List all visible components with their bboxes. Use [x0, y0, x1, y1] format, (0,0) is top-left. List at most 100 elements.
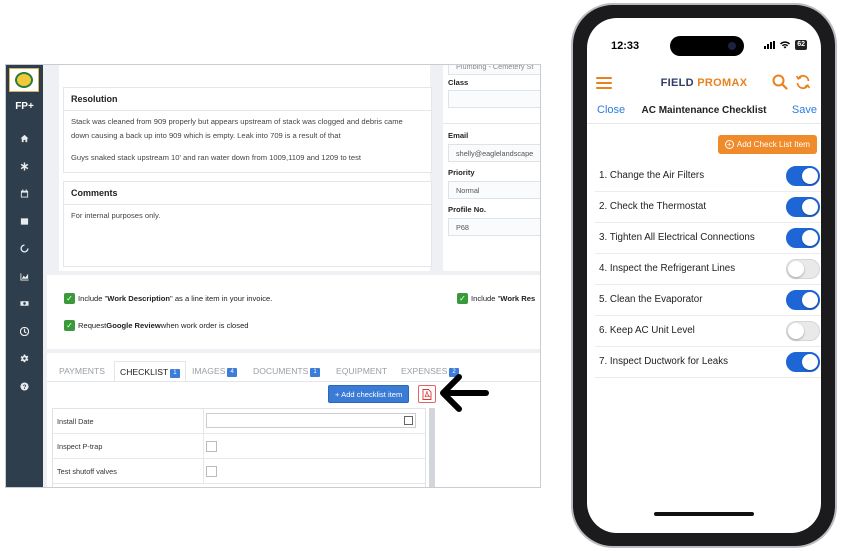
money-icon[interactable]	[6, 290, 43, 318]
item-label: 4. Inspect the Refrigerant Lines	[599, 263, 736, 274]
toggle-knob	[802, 199, 818, 215]
save-button[interactable]: Save	[792, 104, 817, 116]
email-field[interactable]: shelly@eaglelandscape	[448, 144, 540, 162]
home-indicator[interactable]	[654, 512, 754, 516]
tab-label: PAYMENTS	[59, 366, 105, 376]
item-label: 1. Change the Air Filters	[599, 170, 705, 181]
install-date-input[interactable]	[206, 413, 416, 428]
help-icon[interactable]: ?	[6, 373, 43, 401]
svg-text:?: ?	[23, 384, 27, 391]
include-work-desc-pre: Include "	[78, 294, 108, 303]
chart-icon[interactable]	[6, 263, 43, 291]
add-check-list-item-button[interactable]: + Add Check List Item	[717, 135, 817, 154]
include-work-description[interactable]: ✓ Include " Work Description " as a line i…	[64, 293, 272, 304]
fields-panel: Plumbing - Cemetery St Class Email shell…	[443, 65, 540, 271]
dynamic-island	[670, 36, 744, 56]
sync-icon[interactable]	[795, 74, 811, 90]
priority-select[interactable]: Normal	[448, 181, 540, 199]
profile-field[interactable]: P68	[448, 218, 540, 236]
checkbox-checked-icon[interactable]: ✓	[64, 293, 75, 304]
sidebar: FP+ ?	[6, 65, 43, 487]
database-icon[interactable]	[6, 208, 43, 236]
request-google-review[interactable]: ✓ Request Google Review when work order …	[64, 320, 249, 331]
clock-icon[interactable]	[6, 318, 43, 346]
table-row: Test shutoff valves	[53, 459, 425, 484]
item-toggle[interactable]	[786, 352, 820, 372]
app-header: FIELD PROMAX	[587, 68, 821, 96]
checkbox-checked-icon[interactable]: ✓	[457, 293, 468, 304]
resolution-header: Resolution	[64, 88, 431, 111]
list-item: 3. Tighten All Electrical Connections	[595, 223, 821, 254]
toggle-knob	[802, 168, 818, 184]
search-icon[interactable]	[772, 74, 788, 90]
calendar-icon[interactable]	[404, 416, 413, 425]
resolution-text-line2: down causing a back up into 909 which is…	[71, 131, 341, 140]
checklist-grid: Install Date Inspect P-trap Test shutoff…	[52, 408, 426, 487]
company-logo[interactable]	[9, 68, 39, 92]
checkbox-checked-icon[interactable]: ✓	[64, 320, 75, 331]
list-item: 1. Change the Air Filters	[595, 161, 821, 192]
tab-images[interactable]: IMAGES 4	[192, 361, 237, 381]
tab-payments[interactable]: PAYMENTS	[59, 361, 105, 381]
review-pre: Request	[78, 321, 107, 330]
close-button[interactable]: Close	[597, 104, 625, 116]
inspect-ptrap-checkbox[interactable]	[206, 441, 217, 452]
spinner-icon[interactable]	[6, 235, 43, 263]
brand-field: FIELD	[660, 77, 698, 89]
item-toggle[interactable]	[786, 290, 820, 310]
fp-plus-label[interactable]: FP+	[6, 101, 43, 112]
include-work-resolution[interactable]: ✓ Include " Work Res	[457, 293, 535, 304]
list-item: 7. Inspect Ductwork for Leaks	[595, 347, 821, 378]
comments-text[interactable]: For internal purposes only.	[64, 205, 431, 224]
gear-icon[interactable]	[6, 345, 43, 373]
pdf-export-button[interactable]	[418, 385, 436, 403]
item-label: 7. Inspect Ductwork for Leaks	[599, 356, 729, 367]
logo-mark	[15, 72, 33, 88]
scrollbar[interactable]	[429, 408, 435, 487]
add-checklist-item-button[interactable]: + Add checklist item	[328, 385, 410, 403]
resolution-card: Resolution Stack was cleaned from 909 pr…	[63, 87, 432, 173]
item-label: 2. Check the Thermostat	[599, 201, 707, 212]
toggle-knob	[802, 292, 818, 308]
include-work-desc-post: " as a line item in your invoice.	[170, 294, 273, 303]
item-label: 3. Tighten All Electrical Connections	[599, 232, 755, 243]
add-check-list-item-label: Add Check List Item	[736, 140, 810, 149]
list-item: 4. Inspect the Refrigerant Lines	[595, 254, 821, 285]
wifi-icon	[780, 41, 791, 49]
item-label: 6. Keep AC Unit Level	[599, 325, 695, 336]
column-divider	[203, 459, 204, 483]
list-item: 6. Keep AC Unit Level	[595, 316, 821, 347]
toggle-knob	[802, 230, 818, 246]
status-icons: 62	[764, 40, 807, 50]
home-icon[interactable]	[6, 125, 43, 153]
item-toggle[interactable]	[786, 259, 820, 279]
asterisk-icon[interactable]	[6, 153, 43, 181]
tab-label: DOCUMENTS	[253, 366, 309, 376]
tab-checklist[interactable]: CHECKLIST 1	[114, 361, 186, 381]
checklist-navbar: Close AC Maintenance Checklist Save	[587, 100, 821, 124]
table-row: Inspect P-trap	[53, 434, 425, 459]
tab-label: CHECKLIST	[120, 367, 169, 377]
tab-equipment[interactable]: EQUIPMENT	[336, 361, 387, 381]
phone-screen: 12:33 62 FIELD PROMAX Close AC Maintenan…	[587, 18, 821, 533]
tab-badge: 1	[170, 369, 180, 378]
comments-card: Comments For internal purposes only.	[63, 181, 432, 267]
test-shutoff-checkbox[interactable]	[206, 466, 217, 477]
checklist-items: 1. Change the Air Filters 2. Check the T…	[595, 161, 821, 378]
profile-label: Profile No.	[448, 205, 486, 214]
include-work-res-pre: Include "	[471, 294, 501, 303]
item-toggle[interactable]	[786, 166, 820, 186]
toggle-knob	[802, 354, 818, 370]
item-toggle[interactable]	[786, 321, 820, 341]
item-toggle[interactable]	[786, 197, 820, 217]
phone-frame: 12:33 62 FIELD PROMAX Close AC Maintenan…	[571, 3, 837, 548]
tab-documents[interactable]: DOCUMENTS 1	[253, 361, 320, 381]
list-item: 5. Clean the Evaporator	[595, 285, 821, 316]
class-field[interactable]	[448, 90, 540, 108]
partial-field-top[interactable]: Plumbing - Cemetery St	[448, 65, 540, 75]
calendar-icon[interactable]	[6, 180, 43, 208]
email-label: Email	[448, 131, 469, 140]
include-work-desc-bold: Work Description	[107, 294, 171, 303]
toggle-knob	[788, 323, 804, 339]
item-toggle[interactable]	[786, 228, 820, 248]
